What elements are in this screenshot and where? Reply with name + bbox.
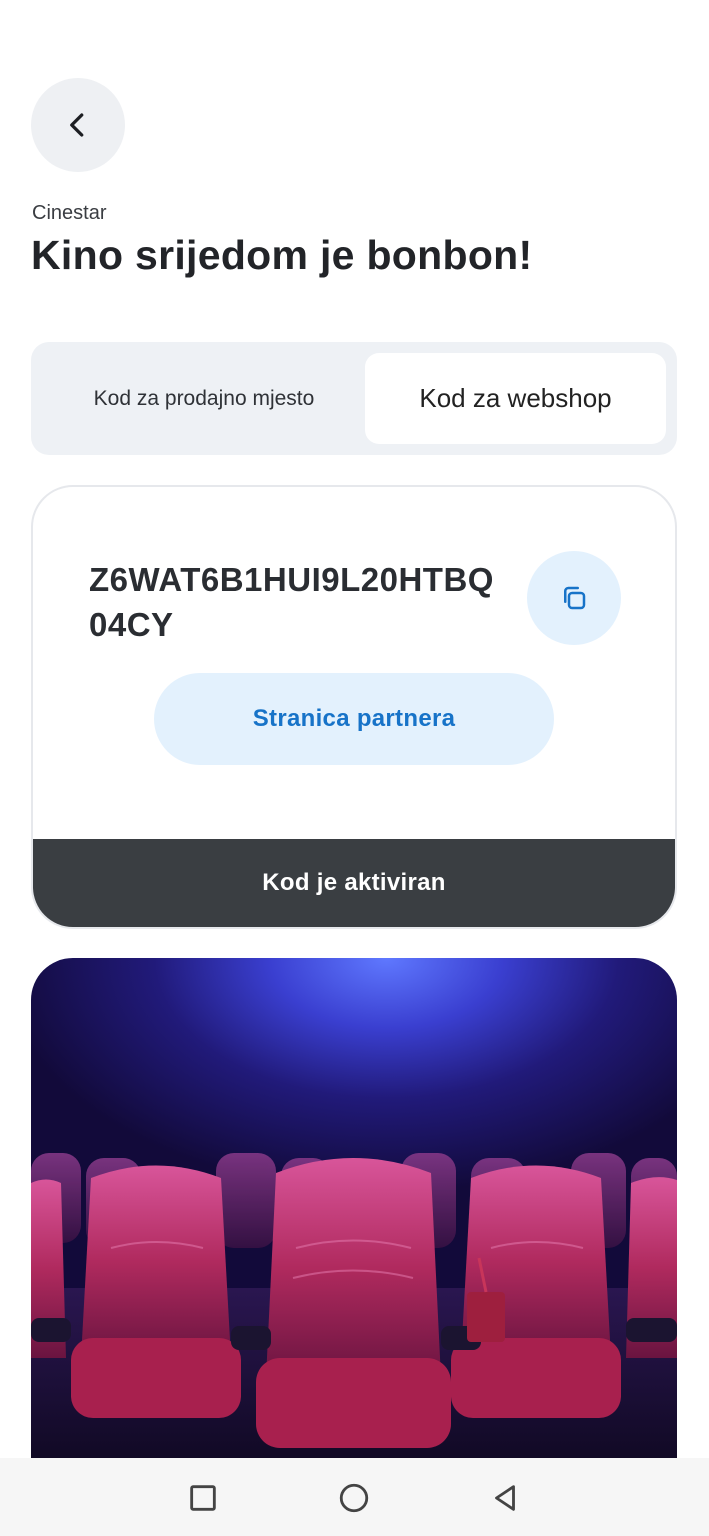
tab-point-of-sale-code[interactable]: Kod za prodajno mjesto — [43, 353, 365, 444]
code-type-tabs: Kod za prodajno mjesto Kod za webshop — [31, 342, 677, 455]
partner-page-button[interactable]: Stranica partnera — [154, 673, 554, 765]
system-back-button[interactable] — [487, 1480, 523, 1516]
status-banner: Kod je aktiviran — [33, 839, 675, 927]
code-card: Z6WAT6B1HUI9L20HTBQ04CY Stranica partner… — [31, 485, 677, 929]
copy-code-button[interactable] — [527, 551, 621, 645]
circle-icon — [339, 1483, 369, 1513]
tab-webshop-code[interactable]: Kod za webshop — [365, 353, 666, 444]
home-button[interactable] — [336, 1480, 372, 1516]
promo-code: Z6WAT6B1HUI9L20HTBQ04CY — [89, 561, 494, 643]
back-button[interactable] — [31, 78, 125, 172]
triangle-back-icon — [495, 1485, 515, 1511]
system-navigation-bar — [0, 1458, 709, 1536]
square-icon — [190, 1485, 216, 1511]
chevron-left-icon — [70, 113, 84, 137]
copy-icon — [564, 586, 586, 610]
recents-button[interactable] — [185, 1480, 221, 1516]
page-title: Kino srijedom je bonbon! — [31, 232, 533, 278]
brand-name: Cinestar — [32, 202, 107, 224]
cinema-seats-image — [31, 958, 677, 1478]
